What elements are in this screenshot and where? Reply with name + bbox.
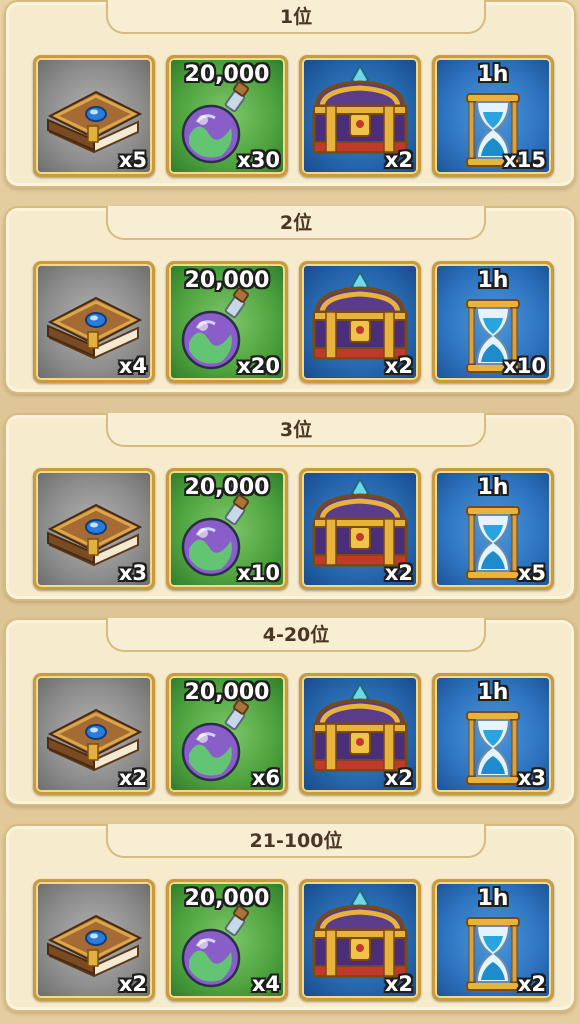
spellbook-reward[interactable]: x2: [33, 879, 155, 1001]
book-quantity: x5: [118, 148, 147, 172]
timer-quantity: x10: [503, 354, 546, 378]
timer-value: 1h: [477, 475, 509, 500]
book-quantity: x2: [118, 766, 147, 790]
rank-tab: 21-100位: [106, 824, 486, 858]
rank-label: 2位: [279, 212, 313, 234]
timer-quantity: x5: [517, 561, 546, 585]
chest-quantity: x2: [384, 148, 413, 172]
chest-quantity: x2: [384, 972, 413, 996]
speedup-hourglass-reward[interactable]: 1h x15: [432, 55, 554, 177]
exp-potion-reward[interactable]: 20,000 x10: [166, 468, 288, 590]
timer-quantity: x2: [517, 972, 546, 996]
timer-value: 1h: [477, 268, 509, 293]
potion-quantity: x4: [251, 972, 280, 996]
reward-section: 4-20位 x2 20,000 x6 x2 1h x3: [4, 618, 576, 806]
timer-value: 1h: [477, 886, 509, 911]
rank-label: 4-20位: [262, 624, 330, 646]
spellbook-reward[interactable]: x2: [33, 673, 155, 795]
chest-quantity: x2: [384, 354, 413, 378]
exp-potion-reward[interactable]: 20,000 x6: [166, 673, 288, 795]
spellbook-reward[interactable]: x4: [33, 261, 155, 383]
speedup-hourglass-reward[interactable]: 1h x5: [432, 468, 554, 590]
book-quantity: x2: [118, 972, 147, 996]
rank-label: 21-100位: [249, 830, 343, 852]
potion-value: 20,000: [184, 62, 270, 87]
timer-value: 1h: [477, 680, 509, 705]
treasure-chest-reward[interactable]: x2: [299, 879, 421, 1001]
exp-potion-reward[interactable]: 20,000 x30: [166, 55, 288, 177]
reward-items: x3 20,000 x10 x2 1h x5: [33, 468, 554, 590]
speedup-hourglass-reward[interactable]: 1h x2: [432, 879, 554, 1001]
treasure-chest-reward[interactable]: x2: [299, 261, 421, 383]
exp-potion-reward[interactable]: 20,000 x20: [166, 261, 288, 383]
rank-tab: 3位: [106, 413, 486, 447]
rank-label: 3位: [279, 419, 313, 441]
reward-section: 3位 x3 20,000 x10 x2 1h x5: [4, 413, 576, 601]
reward-items: x2 20,000 x6 x2 1h x3: [33, 673, 554, 795]
potion-value: 20,000: [184, 268, 270, 293]
potion-quantity: x20: [237, 354, 280, 378]
potion-quantity: x10: [237, 561, 280, 585]
reward-items: x2 20,000 x4 x2 1h x2: [33, 879, 554, 1001]
rank-label: 1位: [279, 6, 313, 28]
reward-section: 2位 x4 20,000 x20 x2 1h x10: [4, 206, 576, 394]
reward-items: x5 20,000 x30 x2 1h x15: [33, 55, 554, 177]
spellbook-reward[interactable]: x3: [33, 468, 155, 590]
potion-value: 20,000: [184, 886, 270, 911]
chest-quantity: x2: [384, 766, 413, 790]
reward-section: 1位 x5 20,000 x30 x2 1h x15: [4, 0, 576, 188]
spellbook-reward[interactable]: x5: [33, 55, 155, 177]
potion-quantity: x30: [237, 148, 280, 172]
timer-quantity: x15: [503, 148, 546, 172]
reward-section: 21-100位 x2 20,000 x4 x2 1h x2: [4, 824, 576, 1012]
speedup-hourglass-reward[interactable]: 1h x10: [432, 261, 554, 383]
potion-value: 20,000: [184, 475, 270, 500]
speedup-hourglass-reward[interactable]: 1h x3: [432, 673, 554, 795]
rank-tab: 1位: [106, 0, 486, 34]
book-quantity: x3: [118, 561, 147, 585]
treasure-chest-reward[interactable]: x2: [299, 468, 421, 590]
treasure-chest-reward[interactable]: x2: [299, 673, 421, 795]
timer-quantity: x3: [517, 766, 546, 790]
reward-items: x4 20,000 x20 x2 1h x10: [33, 261, 554, 383]
chest-quantity: x2: [384, 561, 413, 585]
treasure-chest-reward[interactable]: x2: [299, 55, 421, 177]
exp-potion-reward[interactable]: 20,000 x4: [166, 879, 288, 1001]
rank-tab: 2位: [106, 206, 486, 240]
potion-value: 20,000: [184, 680, 270, 705]
timer-value: 1h: [477, 62, 509, 87]
potion-quantity: x6: [251, 766, 280, 790]
rank-tab: 4-20位: [106, 618, 486, 652]
book-quantity: x4: [118, 354, 147, 378]
